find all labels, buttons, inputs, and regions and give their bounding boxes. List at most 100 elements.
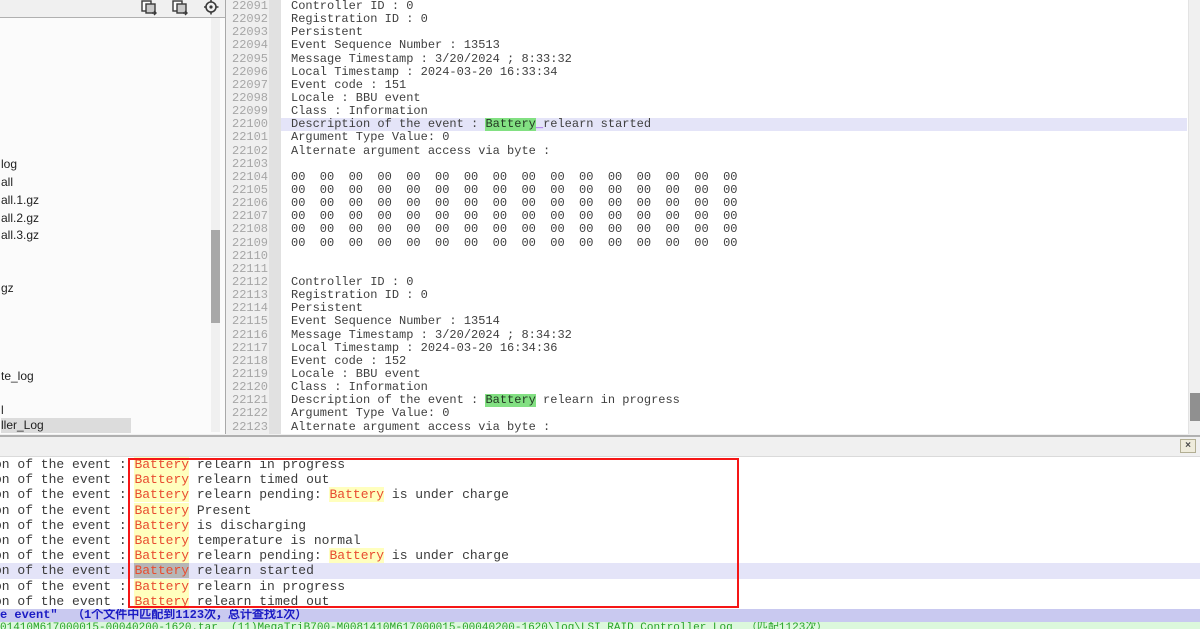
editor-scrollbar-thumb[interactable] xyxy=(1190,393,1200,421)
editor-line: 2210700 00 00 00 00 00 00 00 00 00 00 00… xyxy=(227,210,1187,223)
text-run: Alternate argument access via byte : xyxy=(291,145,550,158)
result-row[interactable]: on of the event : Battery temperature is… xyxy=(0,533,1200,548)
gutter-strip xyxy=(269,302,281,315)
file-item[interactable]: all.2.gz xyxy=(1,211,39,226)
export-log-icon[interactable] xyxy=(139,0,159,16)
line-text[interactable]: Event code : 151 xyxy=(281,79,1187,92)
editor-line: 22093Persistent xyxy=(227,26,1187,39)
line-text[interactable]: 00 00 00 00 00 00 00 00 00 00 00 00 00 0… xyxy=(281,197,1187,210)
result-row[interactable]: on of the event : Battery Present xyxy=(0,503,1200,518)
file-item[interactable]: log xyxy=(1,157,17,172)
gutter-strip xyxy=(269,329,281,342)
line-text[interactable]: Controller ID : 0 xyxy=(281,276,1187,289)
text-run: 00 00 00 00 00 00 00 00 00 00 00 00 00 0… xyxy=(291,237,737,250)
close-icon[interactable]: × xyxy=(1180,439,1196,453)
line-text[interactable]: Event Sequence Number : 13513 xyxy=(281,39,1187,52)
result-prefix: on of the event : xyxy=(0,533,134,548)
result-text-run: is under charge xyxy=(384,548,509,563)
gutter-strip xyxy=(269,118,281,131)
result-row[interactable]: on of the event : Battery relearn in pro… xyxy=(0,457,1200,472)
text-run: 00 00 00 00 00 00 00 00 00 00 00 00 00 0… xyxy=(291,223,737,236)
line-text[interactable]: 00 00 00 00 00 00 00 00 00 00 00 00 00 0… xyxy=(281,171,1187,184)
gutter-strip xyxy=(269,171,281,184)
result-row[interactable]: on of the event : Battery is discharging xyxy=(0,518,1200,533)
editor-line: 22096Local Timestamp : 2024-03-20 16:33:… xyxy=(227,66,1187,79)
line-text[interactable]: Persistent xyxy=(281,26,1187,39)
line-text[interactable]: Argument Type Value: 0 xyxy=(281,131,1187,144)
text-run: Persistent xyxy=(291,26,363,39)
sidebar-scrollbar-thumb[interactable] xyxy=(211,230,220,323)
result-row[interactable]: on of the event : Battery relearn pendin… xyxy=(0,548,1200,563)
file-item[interactable]: te_log xyxy=(1,369,34,384)
line-text[interactable]: Message Timestamp : 3/20/2024 ; 8:33:32 xyxy=(281,53,1187,66)
text-run: 00 00 00 00 00 00 00 00 00 00 00 00 00 0… xyxy=(291,171,737,184)
line-text[interactable]: Argument Type Value: 0 xyxy=(281,407,1187,420)
result-row[interactable]: on of the event : Battery relearn starte… xyxy=(0,563,1200,578)
line-text[interactable] xyxy=(281,250,1187,263)
sidebar-scrollbar[interactable] xyxy=(211,18,220,432)
results-panel-header: × xyxy=(0,437,1200,457)
editor-line: 22102Alternate argument access via byte … xyxy=(227,145,1187,158)
line-text[interactable]: Registration ID : 0 xyxy=(281,289,1187,302)
line-text[interactable]: Registration ID : 0 xyxy=(281,13,1187,26)
result-text-run: relearn timed out xyxy=(189,594,329,609)
line-text[interactable] xyxy=(281,263,1187,276)
gutter-strip xyxy=(269,197,281,210)
file-item[interactable]: all xyxy=(1,175,13,190)
line-text[interactable]: Class : Information xyxy=(281,381,1187,394)
result-row-text: on of the event : Battery relearn in pro… xyxy=(0,579,345,594)
text-run: Argument Type Value: 0 xyxy=(291,131,449,144)
result-text-run: relearn pending: xyxy=(189,487,329,502)
result-row[interactable]: on of the event : Battery relearn pendin… xyxy=(0,487,1200,502)
line-number: 22101 xyxy=(227,131,269,144)
line-text[interactable]: 00 00 00 00 00 00 00 00 00 00 00 00 00 0… xyxy=(281,223,1187,236)
line-number: 22116 xyxy=(227,329,269,342)
export-log-2-icon[interactable] xyxy=(170,0,190,16)
line-text[interactable]: Message Timestamp : 3/20/2024 ; 8:34:32 xyxy=(281,329,1187,342)
gutter-strip xyxy=(269,250,281,263)
line-number: 22104 xyxy=(227,171,269,184)
line-text[interactable]: 00 00 00 00 00 00 00 00 00 00 00 00 00 0… xyxy=(281,237,1187,250)
line-text[interactable]: 00 00 00 00 00 00 00 00 00 00 00 00 00 0… xyxy=(281,184,1187,197)
line-text[interactable] xyxy=(281,158,1187,171)
result-row[interactable]: on of the event : Battery relearn timed … xyxy=(0,472,1200,487)
line-text[interactable]: Persistent xyxy=(281,302,1187,315)
sidebar-toolbar xyxy=(0,0,225,18)
gutter-strip xyxy=(269,13,281,26)
line-text[interactable]: 00 00 00 00 00 00 00 00 00 00 00 00 00 0… xyxy=(281,210,1187,223)
result-row[interactable]: on of the event : Battery relearn in pro… xyxy=(0,579,1200,594)
line-text[interactable]: Description of the event : Battery_relea… xyxy=(281,118,1187,131)
line-text[interactable]: Local Timestamp : 2024-03-20 16:34:36 xyxy=(281,342,1187,355)
file-item[interactable]: all.1.gz xyxy=(1,193,39,208)
line-text[interactable]: Alternate argument access via byte : xyxy=(281,421,1187,434)
file-item[interactable]: all.3.gz xyxy=(1,228,39,243)
result-row-text: on of the event : Battery is discharging xyxy=(0,518,306,533)
file-item[interactable]: ller_Log xyxy=(1,418,131,433)
line-text[interactable]: Event Sequence Number : 13514 xyxy=(281,315,1187,328)
file-item[interactable]: gz xyxy=(1,281,14,296)
battery-match: Battery xyxy=(134,472,189,487)
text-run: Local Timestamp : 2024-03-20 16:33:34 xyxy=(291,66,557,79)
text-run: Local Timestamp : 2024-03-20 16:34:36 xyxy=(291,342,557,355)
editor-line: 22100Description of the event : Battery_… xyxy=(227,118,1187,131)
line-text[interactable]: Locale : BBU event xyxy=(281,92,1187,105)
text-run: relearn in progress xyxy=(536,394,680,407)
result-text-run: relearn started xyxy=(189,563,314,578)
editor-line: 22121Description of the event : Battery … xyxy=(227,394,1187,407)
gutter-strip xyxy=(269,421,281,434)
line-text[interactable]: Alternate argument access via byte : xyxy=(281,145,1187,158)
file-item[interactable]: l xyxy=(1,403,4,418)
text-run: Registration ID : 0 xyxy=(291,289,428,302)
line-text[interactable]: Controller ID : 0 xyxy=(281,0,1187,13)
result-row[interactable]: on of the event : Battery relearn timed … xyxy=(0,594,1200,609)
line-text[interactable]: Locale : BBU event xyxy=(281,368,1187,381)
line-text[interactable]: Description of the event : Battery relea… xyxy=(281,394,1187,407)
line-text[interactable]: Event code : 152 xyxy=(281,355,1187,368)
editor-scrollbar[interactable] xyxy=(1188,0,1200,434)
line-text[interactable]: Local Timestamp : 2024-03-20 16:33:34 xyxy=(281,66,1187,79)
result-prefix: on of the event : xyxy=(0,563,134,578)
gutter-strip xyxy=(269,79,281,92)
editor-line: 22120Class : Information xyxy=(227,381,1187,394)
locate-target-icon[interactable] xyxy=(201,0,221,16)
line-text[interactable]: Class : Information xyxy=(281,105,1187,118)
